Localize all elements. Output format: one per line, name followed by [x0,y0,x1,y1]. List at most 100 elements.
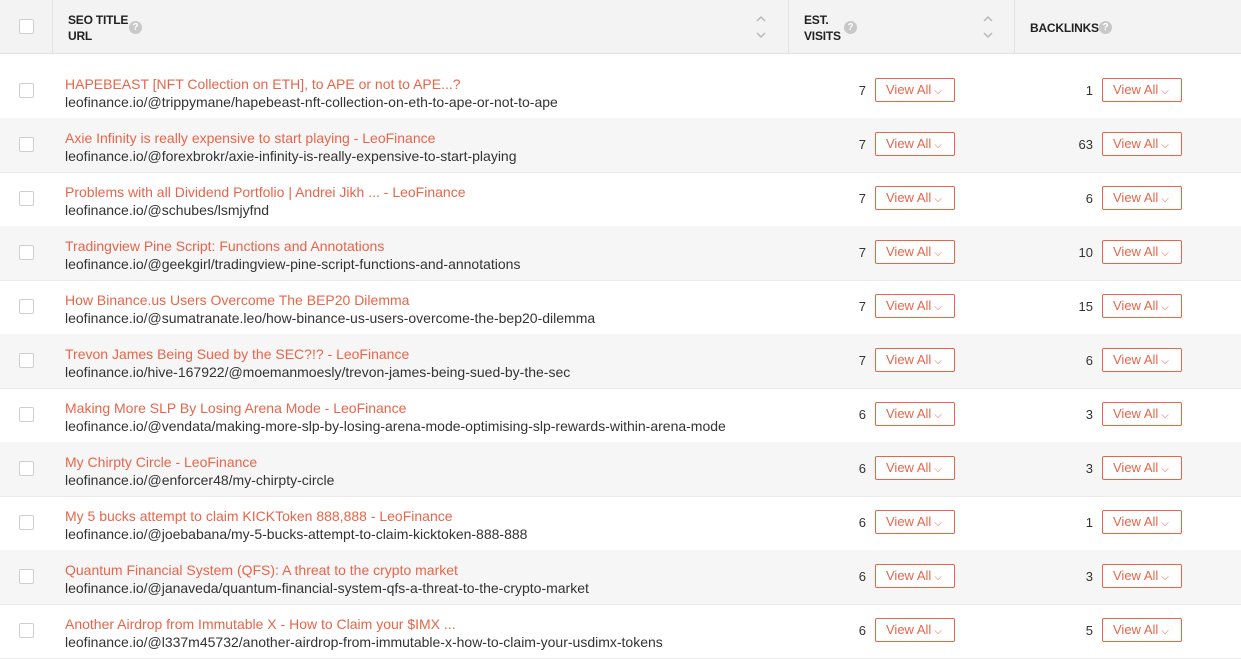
view-all-visits-button[interactable]: View All ⌵ [875,186,955,210]
row-checkbox[interactable] [19,137,34,152]
est-visits-value: 7 [858,245,866,260]
help-icon[interactable]: ? [1099,21,1112,34]
view-all-label: View All [1113,460,1159,475]
view-all-visits-button[interactable]: View All ⌵ [875,348,955,372]
row-checkbox[interactable] [19,623,34,638]
est-visits-value: 6 [858,569,866,584]
backlinks-header: BACKLINKS [1030,21,1099,35]
view-all-backlinks-button[interactable]: View All ⌵ [1102,510,1182,534]
chevron-down-icon: ⌵ [1161,410,1169,421]
est-visits-value: 7 [858,137,866,152]
view-all-backlinks-button[interactable]: View All ⌵ [1102,78,1182,102]
view-all-visits-button[interactable]: View All ⌵ [875,132,955,156]
seo-title-link[interactable]: Trevon James Being Sued by the SEC?!? - … [65,345,409,363]
table-row: Quantum Financial System (QFS): A threat… [0,550,1241,605]
view-all-visits-button[interactable]: View All ⌵ [875,618,955,642]
seo-title-link[interactable]: HAPEBEAST [NFT Collection on ETH], to AP… [65,75,461,93]
seo-title-link[interactable]: My Chirpty Circle - LeoFinance [65,453,257,471]
view-all-label: View All [886,82,932,97]
backlinks-value: 3 [1085,461,1093,476]
backlinks-value: 5 [1085,623,1093,638]
page-url: leofinance.io/@joebabana/my-5-bucks-atte… [65,526,528,542]
view-all-backlinks-button[interactable]: View All ⌵ [1102,456,1182,480]
row-checkbox[interactable] [19,461,34,476]
view-all-backlinks-button[interactable]: View All ⌵ [1102,402,1182,426]
est-visits-value: 6 [858,461,866,476]
view-all-backlinks-button[interactable]: View All ⌵ [1102,294,1182,318]
view-all-visits-button[interactable]: View All ⌵ [875,240,955,264]
chevron-down-icon: ⌵ [934,302,942,313]
seo-title-link[interactable]: Problems with all Dividend Portfolio | A… [65,183,466,201]
header-backlinks[interactable]: BACKLINKS ? [1014,0,1241,53]
page-url: leofinance.io/@enforcer48/my-chirpty-cir… [65,472,335,488]
view-all-backlinks-button[interactable]: View All ⌵ [1102,132,1182,156]
seo-title-link[interactable]: Tradingview Pine Script: Functions and A… [65,237,384,255]
backlinks-value: 6 [1085,353,1093,368]
row-checkbox[interactable] [19,83,34,98]
header-est-visits[interactable]: EST. VISITS ? [788,0,1014,53]
seo-title-link[interactable]: Quantum Financial System (QFS): A threat… [65,561,458,579]
view-all-label: View All [1113,514,1159,529]
view-all-label: View All [886,298,932,313]
view-all-label: View All [1113,406,1159,421]
chevron-down-icon: ⌵ [1161,518,1169,529]
select-all-checkbox[interactable] [19,19,34,34]
row-checkbox[interactable] [19,353,34,368]
backlinks-value: 6 [1085,191,1093,206]
view-all-visits-button[interactable]: View All ⌵ [875,564,955,588]
page-url: leofinance.io/@trippymane/hapebeast-nft-… [65,94,558,110]
page-url: leofinance.io/@vendata/making-more-slp-b… [65,418,726,434]
view-all-label: View All [1113,352,1159,367]
view-all-visits-button[interactable]: View All ⌵ [875,402,955,426]
view-all-label: View All [1113,244,1159,259]
view-all-backlinks-button[interactable]: View All ⌵ [1102,186,1182,210]
view-all-label: View All [886,514,932,529]
row-checkbox[interactable] [19,407,34,422]
seo-title-link[interactable]: How Binance.us Users Overcome The BEP20 … [65,291,409,309]
view-all-backlinks-button[interactable]: View All ⌵ [1102,618,1182,642]
chevron-down-icon: ⌵ [1161,626,1169,637]
view-all-backlinks-button[interactable]: View All ⌵ [1102,348,1182,372]
page-url: leofinance.io/@sumatranate.leo/how-binan… [65,310,596,326]
est-visits-value: 7 [858,299,866,314]
row-checkbox[interactable] [19,569,34,584]
view-all-label: View All [886,190,932,205]
row-checkbox[interactable] [19,245,34,260]
seo-title-link[interactable]: Another Airdrop from Immutable X - How t… [65,615,456,633]
sort-icon[interactable] [983,13,993,41]
view-all-visits-button[interactable]: View All ⌵ [875,294,955,318]
view-all-label: View All [886,406,932,421]
view-all-backlinks-button[interactable]: View All ⌵ [1102,240,1182,264]
est-visits-value: 6 [858,623,866,638]
seo-title-link[interactable]: Axie Infinity is really expensive to sta… [65,129,435,147]
help-icon[interactable]: ? [129,21,142,34]
chevron-down-icon: ⌵ [1161,248,1169,259]
est-visits-value: 7 [858,83,866,98]
table-row: How Binance.us Users Overcome The BEP20 … [0,280,1241,335]
view-all-visits-button[interactable]: View All ⌵ [875,456,955,480]
seo-title-header: SEO TITLE [68,13,129,27]
row-checkbox[interactable] [19,299,34,314]
header-title-url[interactable]: SEO TITLE URL ? [52,0,781,53]
view-all-visits-button[interactable]: View All ⌵ [875,510,955,534]
row-checkbox[interactable] [19,191,34,206]
chevron-down-icon: ⌵ [1161,572,1169,583]
chevron-down-icon: ⌵ [1161,302,1169,313]
chevron-down-icon: ⌵ [934,194,942,205]
chevron-down-icon: ⌵ [934,248,942,259]
seo-title-link[interactable]: My 5 bucks attempt to claim KICKToken 88… [65,507,453,525]
row-checkbox[interactable] [19,515,34,530]
sort-icon[interactable] [756,13,766,41]
est-visits-value: 7 [858,191,866,206]
view-all-backlinks-button[interactable]: View All ⌵ [1102,564,1182,588]
view-all-visits-button[interactable]: View All ⌵ [875,78,955,102]
seo-title-link[interactable]: Making More SLP By Losing Arena Mode - L… [65,399,406,417]
table-header: SEO TITLE URL ? EST. VISITS ? BACKLINKS … [0,0,1241,54]
chevron-down-icon: ⌵ [1161,194,1169,205]
est-visits-value: 6 [858,515,866,530]
chevron-down-icon: ⌵ [934,572,942,583]
page-url: leofinance.io/@schubes/lsmjyfnd [65,202,270,218]
help-icon[interactable]: ? [844,21,857,34]
table-row: Axie Infinity is really expensive to sta… [0,118,1241,173]
backlinks-value: 1 [1085,83,1093,98]
